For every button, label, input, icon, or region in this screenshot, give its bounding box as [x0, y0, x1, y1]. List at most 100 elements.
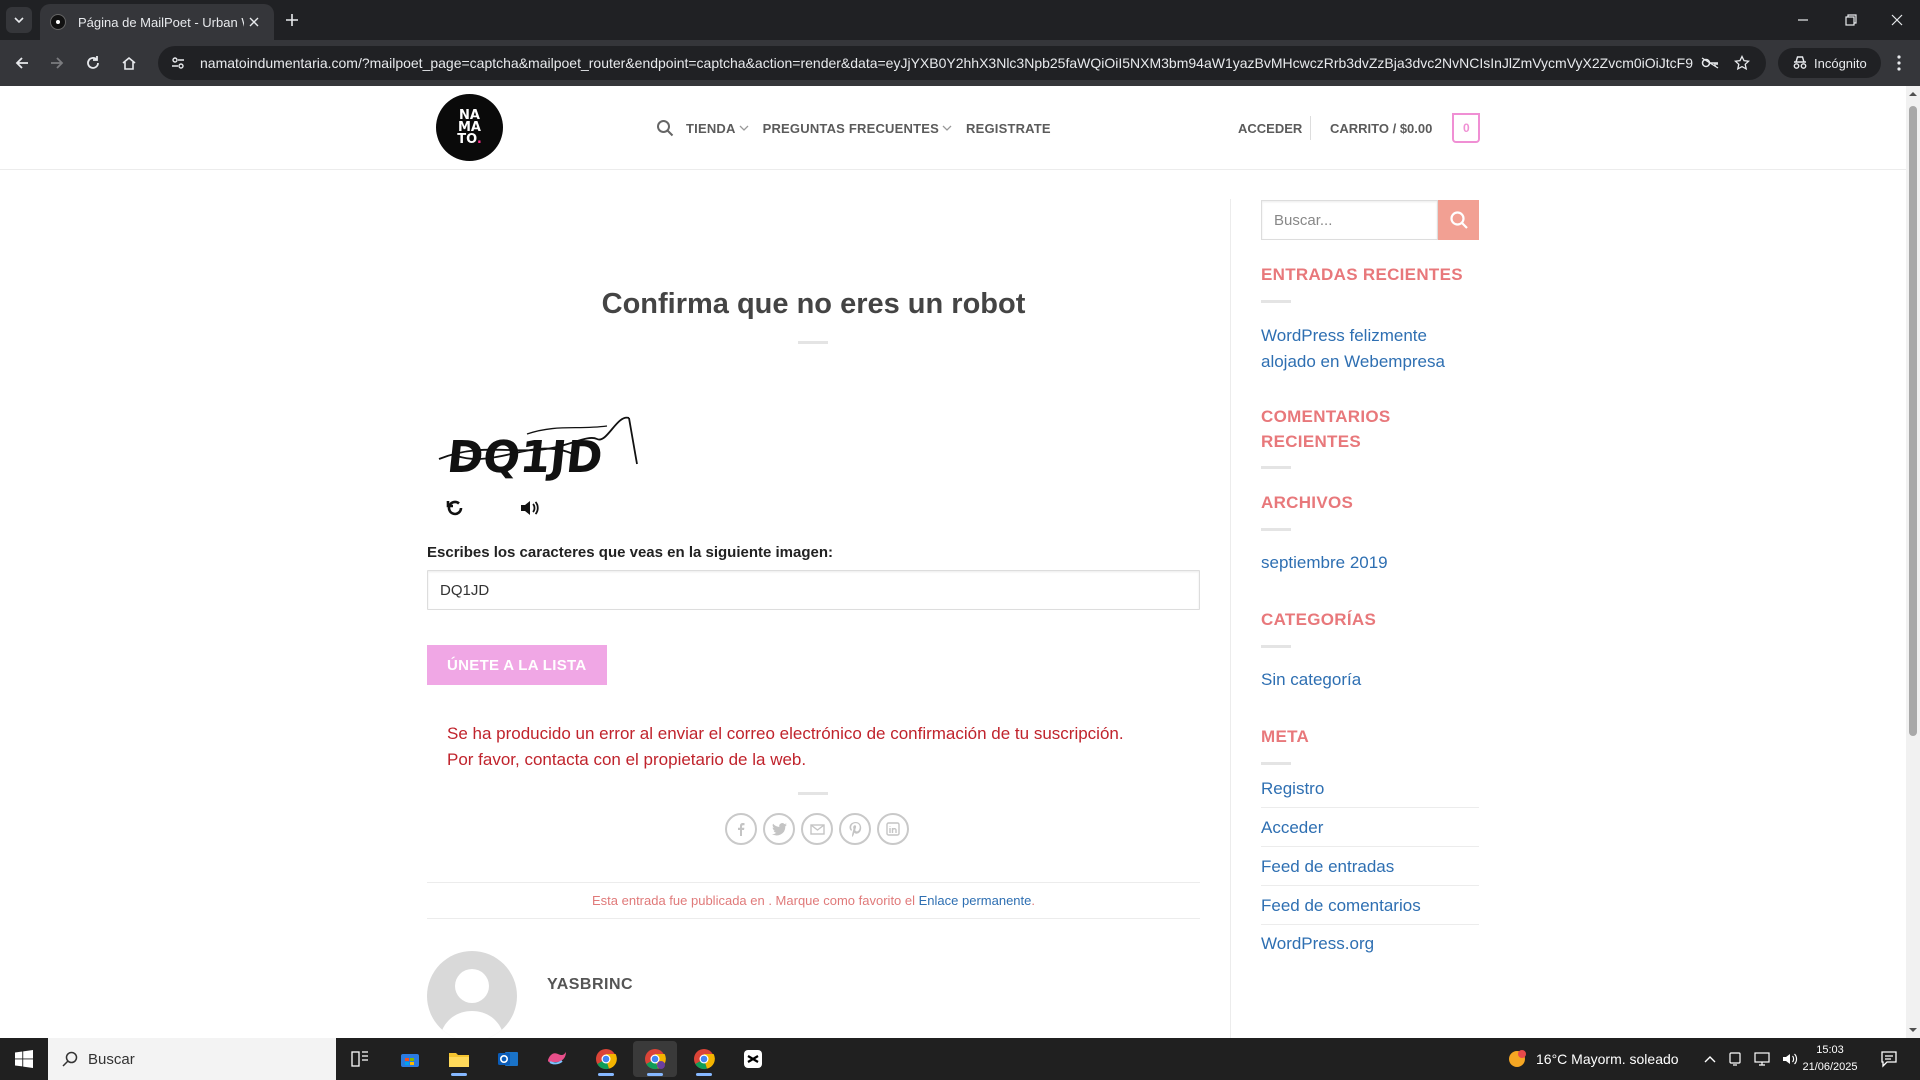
widget-divider: [1261, 300, 1291, 303]
archive-link[interactable]: septiembre 2019: [1261, 550, 1388, 576]
task-view-icon[interactable]: [338, 1041, 382, 1077]
url-text[interactable]: namatoindumentaria.com/?mailpoet_page=ca…: [200, 55, 1694, 71]
share-divider: [798, 792, 828, 795]
permalink-link[interactable]: Enlace permanente: [919, 893, 1032, 908]
scroll-down-icon[interactable]: [1909, 1026, 1917, 1034]
meta-link-feed-entradas[interactable]: Feed de entradas: [1261, 848, 1479, 886]
scrollbar-thumb[interactable]: [1909, 106, 1917, 736]
incognito-indicator[interactable]: Incógnito: [1778, 48, 1881, 78]
nav-item-registrate[interactable]: REGISTRATE: [966, 121, 1051, 136]
volume-icon[interactable]: [1782, 1052, 1798, 1066]
new-tab-button[interactable]: [280, 8, 304, 32]
capcut-icon[interactable]: [731, 1041, 775, 1077]
system-clock[interactable]: 15:03 21/06/2025: [1800, 1042, 1860, 1076]
minimize-button[interactable]: [1780, 0, 1826, 40]
browser-chrome: Página de MailPoet - Urban Wo namatoindu…: [0, 0, 1920, 86]
close-window-button[interactable]: [1874, 0, 1920, 40]
author-avatar: [427, 951, 517, 1038]
meta-link-registro[interactable]: Registro: [1261, 770, 1479, 808]
captcha-refresh-icon[interactable]: [443, 496, 467, 520]
join-list-button[interactable]: ÚNETE A LA LISTA: [427, 645, 607, 685]
windows-logo-icon: [15, 1050, 33, 1068]
running-indicator: [451, 1073, 467, 1076]
site-favicon-icon: [50, 14, 66, 30]
recent-post-line: WordPress felizmente: [1261, 326, 1427, 345]
restore-button[interactable]: [1828, 0, 1874, 40]
facebook-icon[interactable]: [725, 813, 757, 845]
widget-title-recent-posts: ENTRADAS RECIENTES: [1261, 265, 1463, 284]
chrome-profile-icon[interactable]: [682, 1041, 726, 1077]
search-icon[interactable]: [656, 119, 674, 137]
captcha-audio-icon[interactable]: [517, 496, 541, 520]
category-link[interactable]: Sin categoría: [1261, 667, 1361, 693]
close-tab-icon[interactable]: [244, 12, 264, 32]
tab-bar: Página de MailPoet - Urban Wo: [0, 0, 1920, 40]
meet-now-icon[interactable]: [1728, 1052, 1742, 1066]
reload-icon: [87, 56, 99, 69]
meta-link-feed-comentarios[interactable]: Feed de comentarios: [1261, 887, 1479, 925]
widget-title-categories: CATEGORÍAS: [1261, 610, 1377, 629]
recent-post-link[interactable]: WordPress felizmente alojado en Webempres…: [1261, 323, 1445, 375]
file-explorer-icon[interactable]: [437, 1041, 481, 1077]
start-button[interactable]: [0, 1038, 48, 1080]
header-divider: [1310, 116, 1311, 140]
recent-post-line: alojado en Webempresa: [1261, 352, 1445, 371]
active-tab[interactable]: Página de MailPoet - Urban Wo: [40, 4, 274, 40]
twitter-icon[interactable]: [763, 813, 795, 845]
nav-label: TIENDA: [686, 120, 736, 136]
forward-button[interactable]: [43, 49, 71, 77]
taskbar-search[interactable]: Buscar: [48, 1038, 336, 1080]
network-icon[interactable]: [1754, 1052, 1770, 1066]
notifications-button[interactable]: [1876, 1046, 1902, 1072]
search-icon: [1449, 211, 1468, 229]
error-message: Se ha producido un error al enviar el co…: [447, 721, 1187, 773]
chevron-down-icon: [942, 125, 952, 131]
copilot-app-icon[interactable]: [535, 1041, 579, 1077]
weather-widget[interactable]: 16°C Mayorm. soleado: [1506, 1038, 1679, 1080]
widget-divider: [1261, 466, 1291, 469]
error-line: Por favor, contacta con el propietario d…: [447, 750, 807, 769]
incognito-label: Incógnito: [1814, 55, 1867, 71]
widget-title-archives: ARCHIVOS: [1261, 493, 1354, 512]
running-indicator: [647, 1073, 663, 1076]
outlook-icon[interactable]: [486, 1041, 530, 1077]
back-button[interactable]: [8, 49, 36, 77]
microsoft-store-icon[interactable]: [388, 1041, 432, 1077]
weather-sun-icon: [1509, 1050, 1526, 1067]
tab-search-button[interactable]: [6, 7, 32, 33]
tab-title: Página de MailPoet - Urban Wo: [78, 14, 244, 30]
nav-acceder-link[interactable]: ACCEDER: [1238, 116, 1302, 140]
meta-link-wordpress-org[interactable]: WordPress.org: [1261, 925, 1479, 963]
error-line: Se ha producido un error al enviar el co…: [447, 724, 1124, 743]
page-scrollbar[interactable]: [1906, 86, 1920, 1038]
cart-label: CARRITO / $0.00: [1330, 120, 1433, 136]
system-tray: [1704, 1038, 1798, 1080]
reload-button[interactable]: [79, 49, 107, 77]
home-icon: [122, 56, 136, 70]
browser-menu-button[interactable]: [1886, 50, 1912, 76]
bookmark-star-icon[interactable]: [1726, 49, 1758, 77]
password-key-icon[interactable]: [1694, 49, 1726, 77]
address-bar[interactable]: namatoindumentaria.com/?mailpoet_page=ca…: [158, 46, 1766, 80]
home-button[interactable]: [115, 49, 143, 77]
captcha-input[interactable]: DQ1JD: [427, 570, 1200, 610]
captcha-image: DQ1JD: [437, 404, 642, 494]
nav-item-tienda[interactable]: TIENDA: [686, 121, 749, 136]
linkedin-icon[interactable]: [877, 813, 909, 845]
chrome-incognito-icon[interactable]: [633, 1041, 677, 1077]
chevron-up-icon[interactable]: [1704, 1055, 1716, 1063]
site-info-icon[interactable]: [164, 49, 192, 77]
nav-item-faq[interactable]: PREGUNTAS FRECUENTES: [763, 121, 952, 136]
chevron-down-icon: [739, 125, 749, 131]
pinterest-icon[interactable]: [839, 813, 871, 845]
email-share-icon[interactable]: [801, 813, 833, 845]
scroll-up-icon[interactable]: [1909, 90, 1917, 98]
sidebar-search-input[interactable]: Buscar...: [1261, 200, 1438, 240]
widget-title-meta: META: [1261, 727, 1310, 746]
chrome-icon[interactable]: [584, 1041, 628, 1077]
site-logo[interactable]: NA MA TO.: [436, 94, 503, 161]
sidebar-search-button[interactable]: [1438, 200, 1479, 240]
widget-title-line: COMENTARIOS: [1261, 407, 1391, 426]
meta-link-acceder[interactable]: Acceder: [1261, 809, 1479, 847]
cart-link[interactable]: CARRITO / $0.00 0: [1310, 113, 1481, 143]
